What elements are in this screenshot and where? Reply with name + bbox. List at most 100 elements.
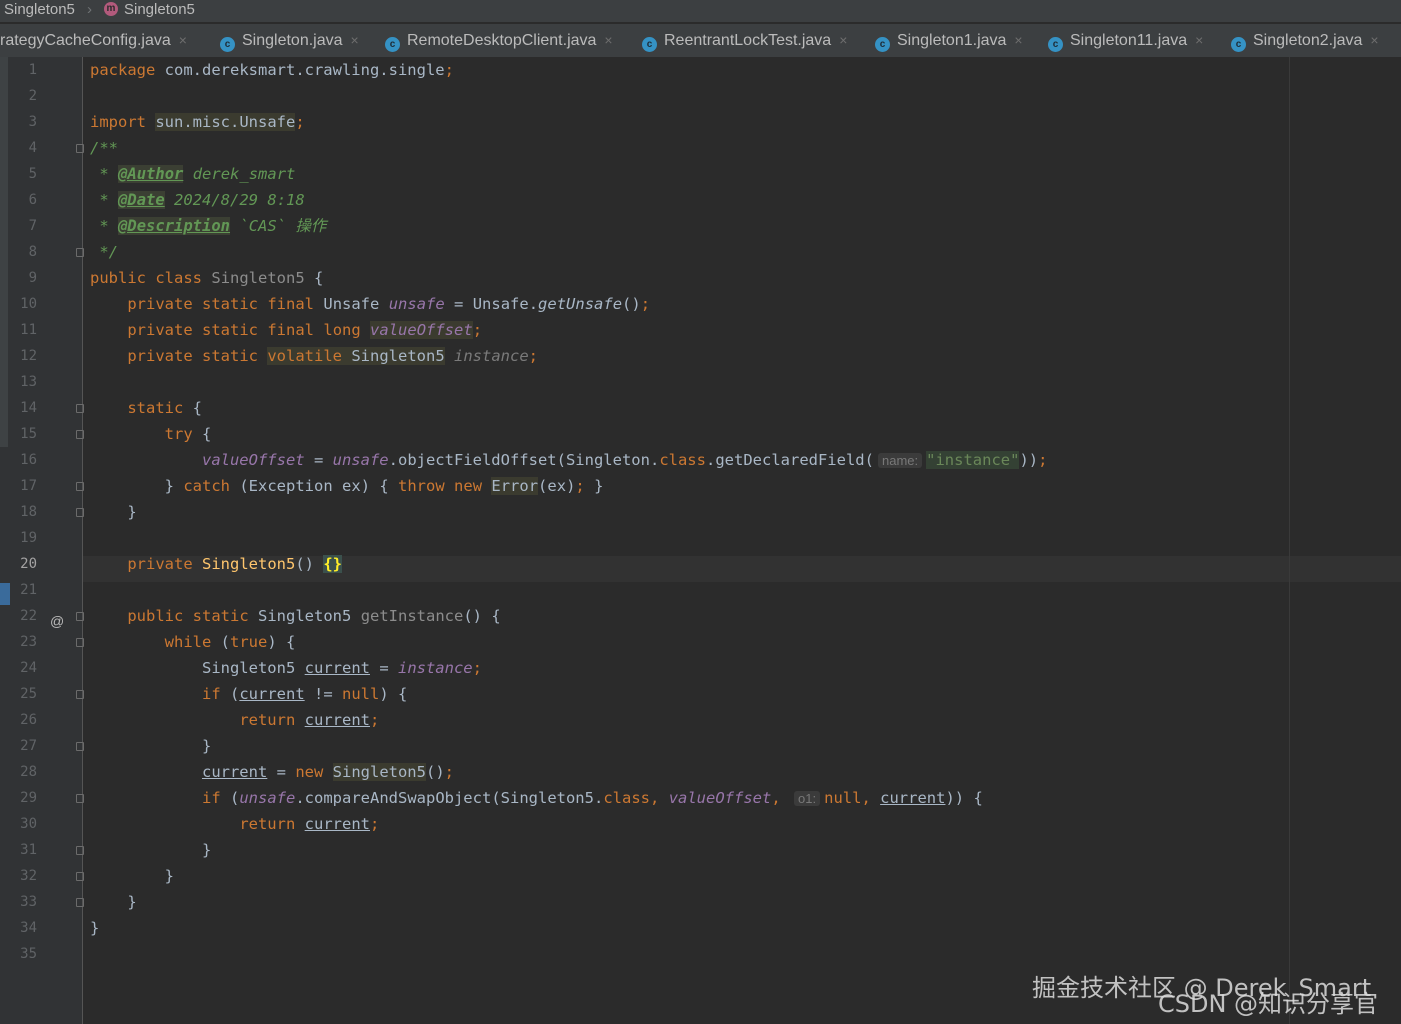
tab-label: Singleton.java [242, 32, 343, 49]
close-icon[interactable]: × [604, 32, 612, 48]
tab-singleton11[interactable]: c Singleton11.java × [1048, 24, 1203, 57]
code-line: return current; [239, 711, 380, 729]
line-number[interactable]: 31 [0, 837, 37, 863]
tab-strategy-cache-config[interactable]: rategyCacheConfig.java × [0, 24, 187, 57]
line-number[interactable]: 11 [0, 317, 37, 343]
class-icon: c [1048, 37, 1063, 52]
class-icon: m [104, 2, 118, 16]
line-number[interactable]: 34 [0, 915, 37, 941]
code-line: } catch (Exception ex) { throw new Error… [90, 477, 604, 495]
line-number[interactable]: 24 [0, 655, 37, 681]
line-number[interactable]: 19 [0, 525, 37, 551]
class-icon: c [220, 37, 235, 52]
parameter-hint: o1: [794, 791, 821, 806]
code-line: current = new Singleton5(); [201, 763, 454, 781]
parameter-hint: name: [877, 453, 923, 468]
line-number[interactable]: 23 [0, 629, 37, 655]
code-line: return current; [239, 815, 380, 833]
code-line: private static volatile Singleton5 insta… [127, 347, 539, 365]
code-line: valueOffset = unsafe.objectFieldOffset(S… [201, 451, 1048, 469]
line-number[interactable]: 12 [0, 343, 37, 369]
class-icon: c [385, 37, 400, 52]
breadcrumb-file[interactable]: Singleton5 [124, 0, 195, 20]
line-number[interactable]: 1 [0, 57, 37, 83]
close-icon[interactable]: × [1195, 32, 1203, 48]
class-icon: c [642, 37, 657, 52]
line-number[interactable]: 9 [0, 265, 37, 291]
right-margin-guide [1289, 57, 1290, 1024]
line-number[interactable]: 10 [0, 291, 37, 317]
line-number[interactable]: 35 [0, 941, 37, 967]
code-line: * @Author derek_smart [99, 165, 296, 183]
line-number[interactable]: 17 [0, 473, 37, 499]
code-line: try { [164, 425, 212, 443]
editor-tabs: rategyCacheConfig.java × c Singleton.java ×… [0, 24, 1401, 58]
code-line: public class Singleton5 { [90, 269, 324, 287]
breadcrumb: Singleton5 › m Singleton5 [0, 0, 1401, 22]
class-icon: c [1231, 37, 1246, 52]
line-number[interactable]: 21 [0, 577, 37, 603]
code-line: private static final long valueOffset; [127, 321, 483, 339]
line-number[interactable]: 27 [0, 733, 37, 759]
line-number[interactable]: 33 [0, 889, 37, 915]
code-line: } [90, 867, 174, 885]
tab-singleton2[interactable]: c Singleton2.java × [1231, 24, 1379, 57]
close-icon[interactable]: × [351, 32, 359, 48]
code-line: } [90, 503, 137, 521]
code-line: Singleton5 current = instance; [201, 659, 482, 677]
tab-reentrant-lock-test[interactable]: c ReentrantLockTest.java × [642, 24, 847, 57]
code-editor[interactable]: package com.dereksmart.crawling.single; … [83, 57, 1401, 1024]
implements-marker-icon[interactable]: @ [50, 608, 64, 634]
tab-singleton1[interactable]: c Singleton1.java × [875, 24, 1023, 57]
code-line: } [90, 841, 212, 859]
code-line: } [90, 893, 137, 911]
tab-label: Singleton11.java [1070, 32, 1188, 49]
line-number[interactable]: 29 [0, 785, 37, 811]
tab-label: Singleton2.java [1253, 32, 1363, 49]
line-number[interactable]: 7 [0, 213, 37, 239]
watermark-csdn: CSDN @知识分享官 [1158, 990, 1379, 1018]
line-number[interactable]: 13 [0, 369, 37, 395]
line-number[interactable]: 26 [0, 707, 37, 733]
close-icon[interactable]: × [1370, 32, 1378, 48]
code-line: static { [127, 399, 202, 417]
tab-label: Singleton1.java [897, 32, 1007, 49]
line-number[interactable]: 3 [0, 109, 37, 135]
line-number[interactable]: 22 [0, 603, 37, 629]
chevron-right-icon: › [87, 1, 92, 18]
code-line: public static Singleton5 getInstance() { [127, 607, 501, 625]
code-line: } [90, 737, 212, 755]
code-line: import sun.misc.Unsafe; [90, 113, 305, 131]
code-line: * @Description `CAS` 操作 [99, 217, 327, 235]
close-icon[interactable]: × [179, 32, 187, 48]
code-line: */ [99, 243, 119, 261]
line-number[interactable]: 15 [0, 421, 37, 447]
tab-remote-desktop-client[interactable]: c RemoteDesktopClient.java × [385, 24, 613, 57]
editor-gutter[interactable]: @ 1 2 3 4 5 6 7 8 9 10 11 12 13 14 15 16 17 18 19 20 21 22 23 2… [0, 57, 84, 1024]
tab-label: ReentrantLockTest.java [664, 32, 832, 49]
code-line: private static final Unsafe unsafe = Uns… [127, 295, 651, 313]
code-line: * @Date 2024/8/29 8:18 [99, 191, 305, 209]
line-number[interactable]: 25 [0, 681, 37, 707]
line-number[interactable]: 8 [0, 239, 37, 265]
line-number[interactable]: 28 [0, 759, 37, 785]
line-number[interactable]: 16 [0, 447, 37, 473]
tab-label: RemoteDesktopClient.java [407, 32, 597, 49]
line-number[interactable]: 32 [0, 863, 37, 889]
line-number[interactable]: 20 [0, 551, 37, 577]
line-number[interactable]: 4 [0, 135, 37, 161]
line-number[interactable]: 30 [0, 811, 37, 837]
tab-label: rategyCacheConfig.java [0, 32, 171, 49]
close-icon[interactable]: × [1014, 32, 1022, 48]
line-number[interactable]: 14 [0, 395, 37, 421]
code-line: } [90, 919, 100, 937]
code-line: private Singleton5() {} [127, 555, 342, 573]
breadcrumb-project[interactable]: Singleton5 [4, 0, 75, 20]
line-number[interactable]: 6 [0, 187, 37, 213]
close-icon[interactable]: × [839, 32, 847, 48]
line-number[interactable]: 5 [0, 161, 37, 187]
code-line: if (unsafe.compareAndSwapObject(Singleto… [201, 789, 983, 807]
line-number[interactable]: 2 [0, 83, 37, 109]
line-number[interactable]: 18 [0, 499, 37, 525]
tab-singleton[interactable]: c Singleton.java × [220, 24, 359, 57]
